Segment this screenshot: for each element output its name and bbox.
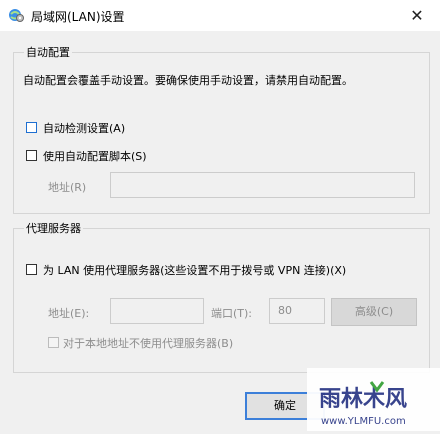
bypass-local-checkbox[interactable] [48, 337, 59, 348]
svg-text:www.YLMFU.com: www.YLMFU.com [321, 416, 406, 427]
network-settings-icon [9, 9, 24, 22]
bypass-local-label[interactable]: 对于本地地址不使用代理服务器(B) [63, 335, 233, 351]
proxy-address-field[interactable] [110, 298, 204, 324]
auto-detect-label[interactable]: 自动检测设置(A) [43, 120, 125, 136]
advanced-button[interactable]: 高级(C) [331, 298, 417, 326]
title-bar: 局域网(LAN)设置 ✕ [0, 0, 440, 31]
watermark-graphic: 雨林木风 www.YLMFU.com [319, 381, 407, 427]
svg-text:雨林木风: 雨林木风 [319, 387, 407, 412]
use-proxy-checkbox[interactable] [26, 264, 37, 275]
proxy-port-label: 端口(T): [211, 307, 253, 320]
proxy-port-field[interactable]: 80 [269, 298, 325, 324]
watermark-logo: 雨林木风 www.YLMFU.com [307, 368, 440, 431]
proxy-group-label: 代理服务器 [24, 220, 83, 236]
auto-config-script-checkbox[interactable] [26, 150, 37, 161]
auto-config-script-label[interactable]: 使用自动配置脚本(S) [43, 148, 147, 164]
window-title: 局域网(LAN)设置 [31, 10, 125, 24]
auto-config-group-label: 自动配置 [24, 44, 72, 60]
close-icon: ✕ [410, 6, 424, 25]
script-address-field[interactable] [110, 172, 415, 198]
script-address-label: 地址(R) [48, 181, 87, 194]
use-proxy-label[interactable]: 为 LAN 使用代理服务器(这些设置不用于拨号或 VPN 连接)(X) [43, 262, 346, 278]
close-button[interactable]: ✕ [394, 0, 440, 31]
auto-detect-checkbox[interactable] [26, 122, 37, 133]
auto-config-description: 自动配置会覆盖手动设置。要确保使用手动设置，请禁用自动配置。 [23, 74, 353, 87]
proxy-address-label: 地址(E): [48, 307, 90, 320]
